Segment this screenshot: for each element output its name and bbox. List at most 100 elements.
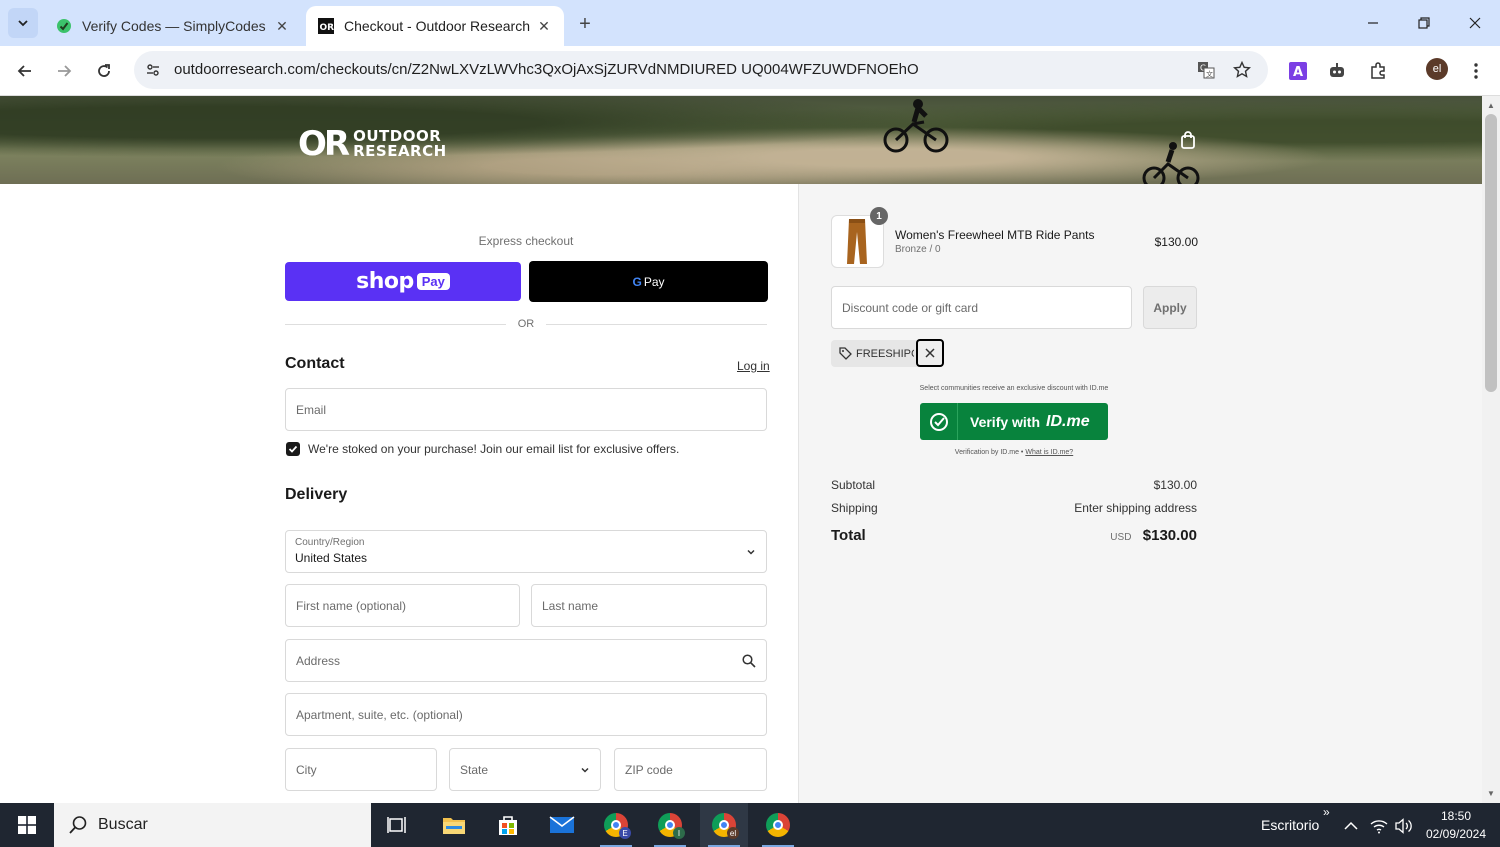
profile-avatar[interactable]: el (1426, 58, 1448, 80)
state-select[interactable]: State (449, 748, 601, 791)
verify-with-idme-button[interactable]: Verify with ID.me (920, 403, 1108, 440)
search-icon (68, 815, 88, 835)
email-field[interactable]: Email (285, 388, 767, 431)
minimize-button[interactable] (1350, 8, 1396, 38)
extension-a-icon: A (1289, 62, 1307, 80)
scrollbar-thumb[interactable] (1485, 114, 1497, 392)
scroll-down-arrow[interactable]: ▼ (1486, 788, 1496, 798)
quantity-badge: 1 (870, 207, 888, 225)
extensions-button[interactable] (1366, 59, 1390, 83)
close-icon (1469, 17, 1481, 29)
close-icon[interactable]: ✕ (536, 18, 552, 34)
idme-footer-text: Verification by ID.me • (954, 449, 1024, 456)
close-window-button[interactable] (1452, 8, 1498, 38)
address-field[interactable]: Address (285, 639, 767, 682)
tab-checkout[interactable]: OR Checkout - Outdoor Research ✕ (306, 6, 564, 46)
tab-search-button[interactable] (8, 8, 38, 38)
address-bar[interactable]: outdoorresearch.com/checkouts/cn/Z2NwLXV… (134, 51, 1268, 89)
close-icon (925, 348, 935, 358)
puzzle-icon (1371, 62, 1385, 79)
url-text: outdoorresearch.com/checkouts/cn/Z2NwLXV… (174, 61, 919, 78)
idme-logo: ID.me (1046, 412, 1090, 430)
express-checkout-label: Express checkout (478, 234, 574, 248)
city-field[interactable]: City (285, 748, 437, 791)
chrome-profile-i-button[interactable]: I (646, 803, 694, 847)
desktop-label[interactable]: Escritorio (1261, 817, 1319, 833)
delivery-heading: Delivery (285, 486, 348, 503)
simplycodes-favicon-icon (57, 19, 71, 33)
double-chevron-icon[interactable]: » (1323, 805, 1330, 819)
divider-line (546, 323, 767, 325)
site-info-button[interactable] (142, 59, 164, 81)
contact-heading: Contact (285, 355, 345, 372)
newsletter-checkbox[interactable] (286, 442, 300, 456)
zip-placeholder: ZIP code (625, 762, 673, 777)
volume-button[interactable] (1395, 817, 1413, 835)
svg-text:OR: OR (320, 23, 335, 33)
svg-text:文: 文 (1206, 70, 1213, 79)
chrome-profile-el-button[interactable]: el (700, 803, 748, 847)
file-explorer-button[interactable] (430, 803, 478, 847)
new-tab-button[interactable]: + (573, 12, 597, 36)
tag-icon (839, 347, 852, 360)
taskbar-search-text: Buscar (98, 816, 148, 833)
chrome-button[interactable] (754, 803, 802, 847)
chrome-icon (766, 813, 790, 837)
task-view-button[interactable] (373, 803, 421, 847)
show-hidden-icons-button[interactable] (1342, 817, 1360, 835)
reload-button[interactable] (89, 56, 119, 86)
last-name-field[interactable]: Last name (531, 584, 767, 627)
newsletter-label: We're stoked on your purchase! Join our … (308, 442, 680, 456)
country-select[interactable]: Country/Region United States (285, 530, 767, 573)
remove-discount-button[interactable] (916, 339, 944, 367)
subtotal-row: Subtotal $130.00 (831, 478, 1197, 492)
close-icon[interactable]: ✕ (274, 18, 290, 34)
translate-button[interactable]: G文 (1196, 60, 1216, 80)
network-button[interactable] (1370, 817, 1388, 835)
taskbar-search[interactable]: Buscar (54, 803, 371, 847)
zip-field[interactable]: ZIP code (614, 748, 767, 791)
start-button[interactable] (0, 803, 54, 847)
microsoft-store-button[interactable] (484, 803, 532, 847)
total-row: Total USD $130.00 (831, 527, 1197, 544)
arrow-right-icon (58, 65, 72, 77)
divider-line (285, 323, 506, 325)
chevron-down-icon (746, 547, 756, 557)
apartment-field[interactable]: Apartment, suite, etc. (optional) (285, 693, 767, 736)
logo-wordmark: OUTDOOR RESEARCH (353, 129, 447, 159)
what-is-idme-link[interactable]: What is ID.me? (1025, 449, 1073, 456)
idme-footer: Verification by ID.me • What is ID.me? (831, 449, 1197, 456)
restore-button[interactable] (1401, 8, 1447, 38)
scroll-up-arrow[interactable]: ▲ (1486, 100, 1496, 110)
tab-simplycodes[interactable]: Verify Codes — SimplyCodes ✕ (44, 6, 302, 46)
google-pay-button[interactable]: G Pay (529, 261, 768, 302)
page-scrollbar[interactable]: ▲ ▼ (1482, 96, 1500, 803)
or-divider: OR (285, 316, 767, 332)
extension-robot-button[interactable] (1325, 59, 1349, 83)
bookmark-button[interactable] (1232, 60, 1252, 80)
back-button[interactable] (10, 56, 40, 86)
newsletter-option[interactable]: We're stoked on your purchase! Join our … (286, 442, 679, 456)
shipping-label: Shipping (831, 501, 878, 515)
shop-pay-button[interactable]: shop Pay (285, 262, 521, 301)
address-placeholder: Address (296, 653, 341, 668)
last-name-placeholder: Last name (542, 598, 599, 613)
outdoor-research-logo[interactable]: OR OUTDOOR RESEARCH (298, 124, 447, 164)
log-in-link[interactable]: Log in (737, 359, 770, 373)
shopping-bag-icon (1181, 131, 1195, 149)
menu-button[interactable] (1464, 59, 1488, 83)
product-price: $130.00 (1154, 235, 1198, 249)
task-view-icon (387, 817, 406, 833)
star-icon (1233, 61, 1251, 78)
discount-placeholder: Discount code or gift card (842, 300, 979, 315)
chrome-profile-e-button[interactable]: E (592, 803, 640, 847)
cart-button[interactable] (1178, 130, 1198, 150)
apply-discount-button[interactable]: Apply (1143, 286, 1197, 329)
mail-button[interactable] (538, 803, 586, 847)
total-label: Total (831, 527, 866, 544)
discount-code-field[interactable]: Discount code or gift card (831, 286, 1132, 329)
forward-button[interactable] (49, 56, 79, 86)
first-name-field[interactable]: First name (optional) (285, 584, 520, 627)
extension-a-button[interactable]: A (1286, 59, 1310, 83)
system-clock[interactable]: 18:50 02/09/2024 (1418, 807, 1494, 843)
